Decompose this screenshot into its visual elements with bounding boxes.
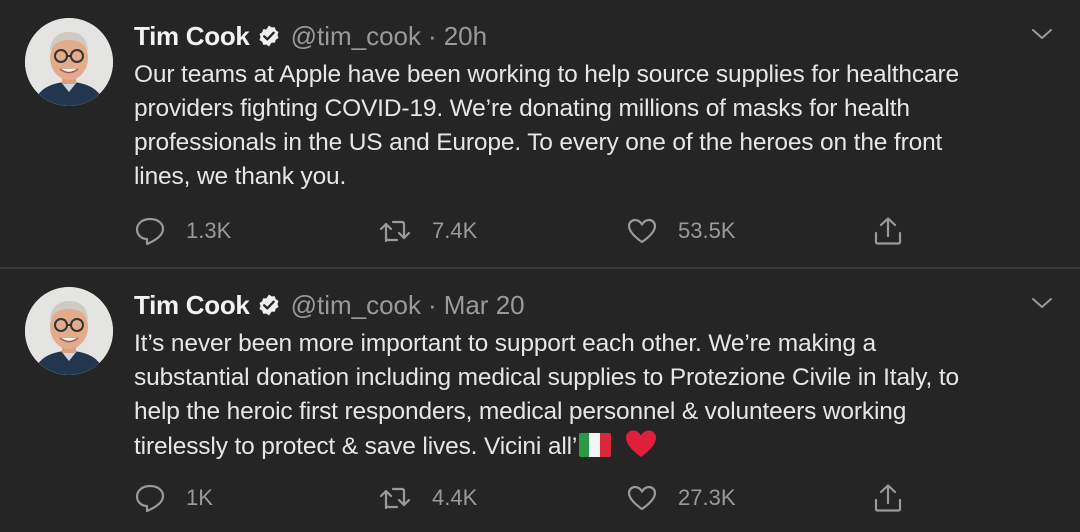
tweet-text-line: professionals in the US and Europe. To e… [134,129,943,156]
tweet-text-fragment: tirelessly to protect & save lives. Vici… [134,433,578,460]
reply-count: 1.3K [186,218,232,243]
tweet-timestamp[interactable]: 20h [444,21,487,52]
tweet-text-line: It’s never been more important to suppor… [134,330,876,357]
avatar[interactable] [25,287,113,375]
tweet-actions: 1K 4.4K 27.3K [134,479,934,517]
tweet-text-line: lines, we thank you. [134,163,347,190]
retweet-icon [379,487,411,510]
reply-icon [135,217,165,246]
tweet[interactable]: Tim Cook @tim_cook · 20h Our teams at Ap… [0,0,1080,268]
tweet-text: Our teams at Apple have been working to … [134,58,1054,194]
tweet[interactable]: Tim Cook @tim_cook · Mar 20 It’s never b… [0,269,1080,532]
tweet-text: It’s never been more important to suppor… [134,327,1054,463]
verified-badge-icon [257,24,281,48]
avatar[interactable] [25,18,113,106]
retweet-count: 4.4K [432,485,478,510]
heart-icon [627,485,657,511]
tweet-header: Tim Cook @tim_cook · 20h [134,18,487,54]
chevron-down-icon[interactable] [1028,22,1056,46]
reply-icon [135,484,165,513]
tweet-text-line: Our teams at Apple have been working to … [134,61,959,88]
author-handle[interactable]: @tim_cook [291,21,421,52]
reply-count: 1K [186,485,213,510]
retweet-count: 7.4K [432,218,478,243]
like-count: 27.3K [678,485,736,510]
tweet-text-line: substantial donation including medical s… [134,364,959,391]
heart-icon [627,218,657,244]
reply-button[interactable]: 1K [134,479,213,517]
author-handle[interactable]: @tim_cook [291,290,421,321]
chevron-down-icon[interactable] [1028,291,1056,315]
reply-button[interactable]: 1.3K [134,212,231,250]
tweet-text-line-last: tirelessly to protect & save lives. Vici… [134,429,1054,463]
italy-flag-icon [579,433,612,467]
share-icon [874,484,902,512]
tweet-actions: 1.3K 7.4K 53.5K [134,212,934,250]
share-icon [874,217,902,245]
red-heart-icon [625,429,657,469]
tweet-text-line: providers fighting COVID-19. We’re donat… [134,95,910,122]
tweet-timestamp[interactable]: Mar 20 [444,290,525,321]
like-button[interactable]: 27.3K [626,479,736,517]
author-name[interactable]: Tim Cook [134,290,250,321]
separator-dot: · [428,289,437,320]
retweet-button[interactable]: 4.4K [378,479,477,517]
tweet-header: Tim Cook @tim_cook · Mar 20 [134,287,525,323]
retweet-button[interactable]: 7.4K [378,212,477,250]
separator-dot: · [428,20,437,51]
retweet-icon [379,220,411,243]
verified-badge-icon [257,293,281,317]
like-button[interactable]: 53.5K [626,212,736,250]
share-button[interactable] [872,479,924,517]
tweet-text-line: help the heroic first responders, medica… [134,398,907,425]
share-button[interactable] [872,212,924,250]
author-name[interactable]: Tim Cook [134,21,250,52]
like-count: 53.5K [678,218,736,243]
